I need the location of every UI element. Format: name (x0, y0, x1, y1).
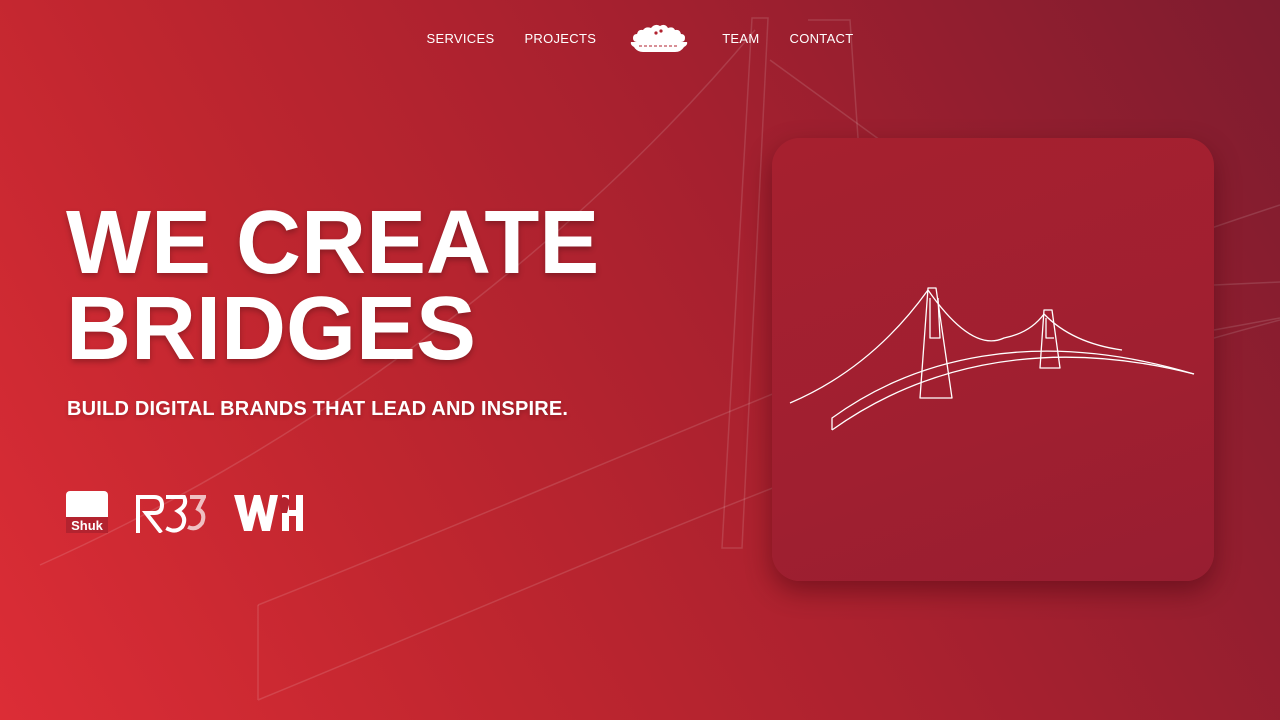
bridge-illustration-card (772, 138, 1214, 581)
pie-cake-logo-icon[interactable] (627, 20, 691, 56)
wh-logo[interactable] (232, 491, 306, 533)
hero-title-line-2: BRIDGES (66, 279, 477, 379)
nav-services[interactable]: SERVICES (427, 31, 495, 46)
nav-team[interactable]: TEAM (722, 31, 759, 46)
hero-title: WE CREATE BRIDGES (66, 193, 666, 379)
client-logos: Shuk (66, 490, 332, 534)
nav-contact[interactable]: CONTACT (790, 31, 854, 46)
top-navigation: SERVICES PROJECTS TEAM CONTACT (0, 20, 1280, 56)
hero-title-line-1: WE CREATE (66, 193, 600, 293)
nav-projects[interactable]: PROJECTS (524, 31, 596, 46)
shuk-logo-text: Shuk (71, 518, 104, 533)
bridge-line-icon (789, 287, 1195, 431)
r35-logo[interactable] (134, 491, 206, 533)
shuk-logo[interactable]: Shuk (66, 491, 108, 533)
hero-subtitle: BUILD DIGITAL BRANDS THAT LEAD AND INSPI… (67, 398, 569, 420)
